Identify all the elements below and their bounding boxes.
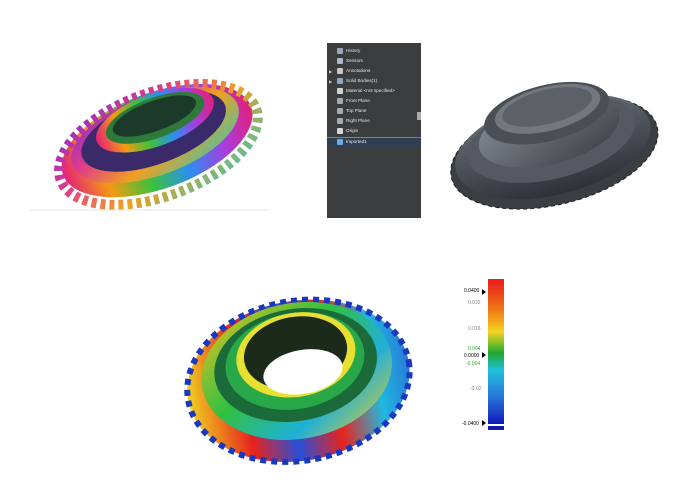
tree-item-label: Annotations bbox=[346, 68, 371, 73]
tree-item-origin[interactable]: Origin bbox=[327, 126, 421, 136]
legend-tick: 0.032 bbox=[468, 300, 481, 306]
plane-icon bbox=[337, 118, 343, 124]
tree-item-top-plane[interactable]: Top Plane bbox=[327, 106, 421, 116]
gear-deviation-color-map bbox=[184, 296, 413, 465]
tree-item-imported1[interactable]: Imported1 bbox=[327, 137, 421, 147]
gear-face-colored-view bbox=[30, 78, 270, 211]
tree-item-label: Sensors bbox=[346, 58, 363, 63]
tree-item-material[interactable]: Material <not specified> bbox=[327, 86, 421, 96]
tree-item-label: Origin bbox=[346, 128, 359, 133]
legend-tick: -0.02 bbox=[470, 386, 482, 392]
tree-item-history[interactable]: History bbox=[327, 46, 421, 56]
solid-bodies-icon bbox=[337, 78, 343, 84]
plane-icon bbox=[337, 98, 343, 104]
tree-item-label: Top Plane bbox=[346, 108, 367, 113]
legend-tolerance-upper: 0.004 bbox=[468, 346, 481, 352]
tree-item-solid-bodies[interactable]: ▶ Solid Bodies(1) bbox=[327, 76, 421, 86]
tree-item-label: Front Plane bbox=[346, 98, 370, 103]
legend-min-label: -0.0400 bbox=[462, 421, 479, 427]
tree-item-label: Imported1 bbox=[346, 139, 367, 144]
material-icon bbox=[337, 88, 343, 94]
legend-max-label: 0.0400 bbox=[464, 288, 480, 294]
deviation-legend: 0.0400 0.032 0.016 0.004 0.0000 -0.004 -… bbox=[458, 276, 528, 436]
sensors-icon bbox=[337, 58, 343, 64]
tree-item-label: Solid Bodies(1) bbox=[346, 78, 378, 83]
tree-item-right-plane[interactable]: Right Plane bbox=[327, 116, 421, 126]
tree-rollback-bar[interactable] bbox=[327, 137, 421, 138]
tree-item-annotations[interactable]: ▶ Annotations bbox=[327, 66, 421, 76]
legend-tolerance-lower: -0.004 bbox=[466, 361, 481, 367]
annotations-icon bbox=[337, 68, 343, 74]
tree-item-front-plane[interactable]: Front Plane bbox=[327, 96, 421, 106]
tree-item-label: Right Plane bbox=[346, 118, 370, 123]
legend-zero-label: 0.0000 bbox=[464, 353, 480, 359]
history-icon bbox=[337, 48, 343, 54]
feature-manager-tree: History Sensors ▶ Annotations ▶ Solid Bo… bbox=[327, 43, 421, 218]
tree-item-label: History bbox=[346, 48, 361, 53]
panel-collapse-handle[interactable] bbox=[417, 112, 421, 120]
expand-arrow-icon[interactable]: ▶ bbox=[329, 69, 332, 74]
plane-icon bbox=[337, 108, 343, 114]
expand-arrow-icon[interactable]: ▶ bbox=[329, 79, 332, 84]
imported-body-icon bbox=[337, 139, 343, 145]
tree-item-label: Material <not specified> bbox=[346, 88, 395, 93]
legend-tick: 0.016 bbox=[468, 326, 481, 332]
origin-icon bbox=[337, 128, 343, 134]
tree-item-sensors[interactable]: Sensors bbox=[327, 56, 421, 66]
gear-shaded-view bbox=[450, 81, 659, 210]
